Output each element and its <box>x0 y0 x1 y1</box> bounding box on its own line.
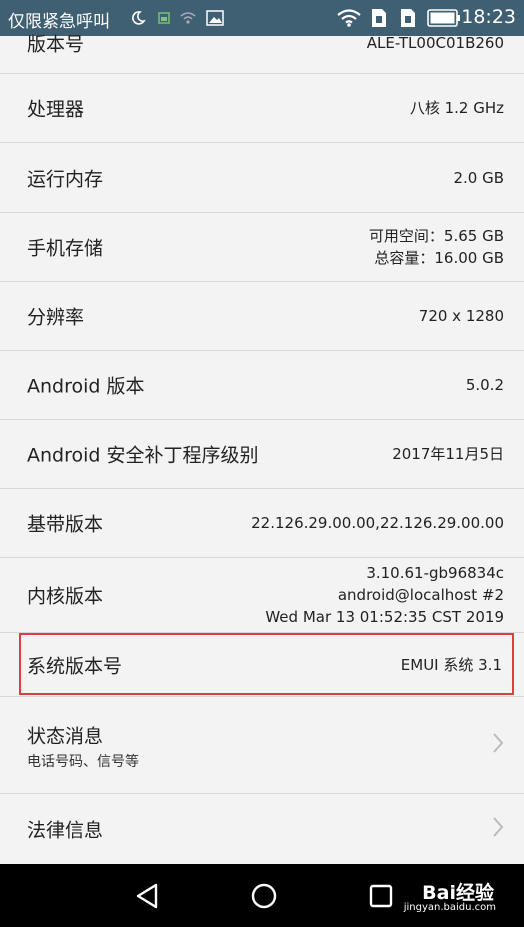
row-value: 720 x 1280 <box>418 307 504 325</box>
chevron-right-icon <box>492 732 504 758</box>
row-baseband[interactable]: 基带版本 22.126.29.00.00,22.126.29.00.00 <box>0 489 524 558</box>
row-label: 版本号 <box>27 33 85 55</box>
chevron-right-icon <box>492 816 504 842</box>
row-label: 运行内存 <box>27 168 104 190</box>
row-label: 状态消息 <box>27 725 104 748</box>
row-legal[interactable]: 法律信息 <box>0 794 524 864</box>
row-processor[interactable]: 处理器 八核 1.2 GHz <box>0 74 524 143</box>
back-button[interactable] <box>124 864 170 927</box>
recent-apps-button[interactable] <box>358 864 404 927</box>
row-status[interactable]: 状态消息 电话号码、信号等 <box>0 697 524 794</box>
kernel-line-3: Wed Mar 13 01:52:35 CST 2019 <box>265 608 504 626</box>
row-value: 5.0.2 <box>465 376 504 394</box>
row-security-patch[interactable]: Android 安全补丁程序级别 2017年11月5日 <box>0 420 524 489</box>
row-label: 手机存储 <box>27 237 104 260</box>
row-value: 22.126.29.00.00,22.126.29.00.00 <box>251 514 504 532</box>
row-kernel[interactable]: 内核版本 3.10.61-gb96834c android@localhost … <box>0 558 524 633</box>
row-value: ALE-TL00C01B260 <box>366 33 504 52</box>
row-resolution[interactable]: 分辨率 720 x 1280 <box>0 282 524 351</box>
row-android-version[interactable]: Android 版本 5.0.2 <box>0 351 524 420</box>
row-value: 八核 1.2 GHz <box>409 99 504 117</box>
total-capacity: 总容量：16.00 GB <box>374 249 504 267</box>
row-value: 2017年11月5日 <box>392 445 504 463</box>
row-value: 3.10.61-gb96834c android@localhost #2 We… <box>265 562 504 628</box>
kernel-line-1: 3.10.61-gb96834c <box>366 564 504 582</box>
watermark-url: jingyan.baidu.com <box>403 902 496 913</box>
row-label: 系统版本号 <box>27 655 123 677</box>
row-label: Android 安全补丁程序级别 <box>27 444 259 467</box>
row-storage[interactable]: 手机存储 可用空间：5.65 GB 总容量：16.00 GB <box>0 213 524 282</box>
navigation-bar: Bai经验 jingyan.baidu.com <box>0 864 524 927</box>
row-value: 可用空间：5.65 GB 总容量：16.00 GB <box>369 225 504 269</box>
row-version-number[interactable]: 版本号 ALE-TL00C01B260 <box>0 12 524 74</box>
row-system-version[interactable]: 系统版本号 EMUI 系统 3.1 <box>0 633 524 697</box>
row-label: 分辨率 <box>27 306 85 329</box>
row-value: EMUI 系统 3.1 <box>400 655 502 674</box>
row-label: 处理器 <box>27 98 85 121</box>
row-ram[interactable]: 运行内存 2.0 GB <box>0 143 524 213</box>
kernel-line-2: android@localhost #2 <box>337 586 504 604</box>
row-label: 法律信息 <box>27 819 104 842</box>
row-label: 基带版本 <box>27 513 104 536</box>
home-button[interactable] <box>241 864 287 927</box>
available-space: 可用空间：5.65 GB <box>368 227 504 245</box>
row-sublabel: 电话号码、信号等 <box>27 754 139 770</box>
row-label: Android 版本 <box>27 375 145 398</box>
baidu-watermark: Bai经验 <box>422 882 494 904</box>
row-value: 2.0 GB <box>453 168 504 187</box>
row-label: 内核版本 <box>27 585 104 608</box>
